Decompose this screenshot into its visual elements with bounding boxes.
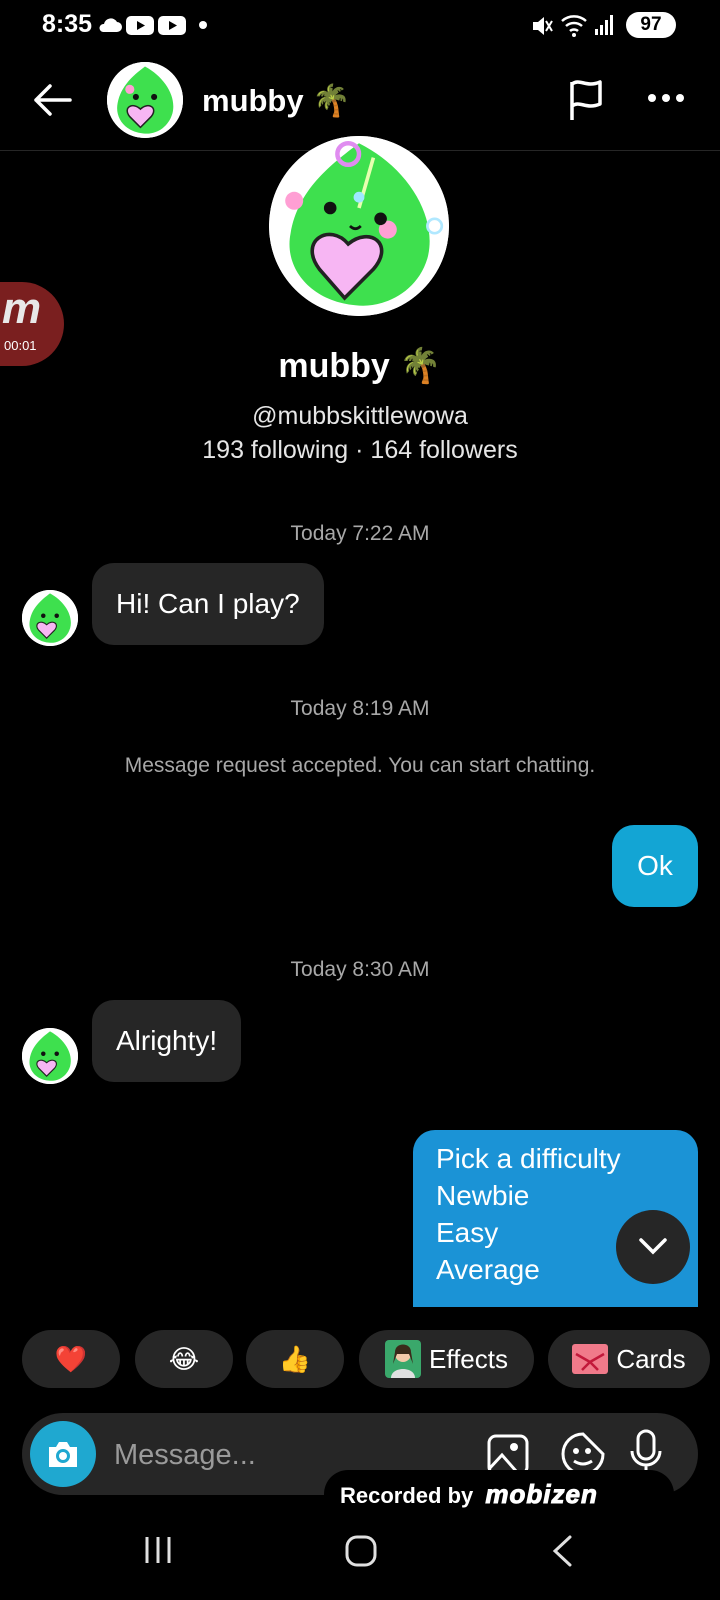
watermark-brand-logo: mobizen xyxy=(485,1479,598,1510)
system-message: Message request accepted. You can start … xyxy=(124,754,596,777)
profile-mascot-icon xyxy=(269,136,449,316)
sender-avatar[interactable] xyxy=(22,1028,78,1084)
signal-icon xyxy=(595,15,613,35)
mute-icon xyxy=(533,17,553,35)
flag-icon[interactable] xyxy=(566,78,606,122)
profile-stats: 193 following · 164 followers xyxy=(202,436,518,464)
cloud-icon xyxy=(99,18,122,32)
wifi-icon xyxy=(561,15,587,37)
back-arrow-icon[interactable] xyxy=(30,78,74,122)
recording-watermark: Recorded by mobizen xyxy=(324,1470,674,1518)
nav-back-icon[interactable] xyxy=(550,1534,574,1568)
profile-handle: @mubbskittlewowa xyxy=(252,402,468,430)
gift-card-icon xyxy=(572,1344,609,1374)
chevron-down-icon xyxy=(639,1238,667,1255)
recorder-timer: 00:01 xyxy=(4,338,37,353)
more-options-icon[interactable] xyxy=(646,88,686,108)
recorder-logo: m xyxy=(2,284,42,333)
recent-apps-icon[interactable] xyxy=(142,1534,174,1566)
cards-label: Cards xyxy=(616,1343,686,1374)
menu-line: Newbie xyxy=(436,1180,530,1211)
menu-line: Pick a difficulty xyxy=(436,1143,621,1174)
reaction-laugh-chip[interactable]: 😂 xyxy=(135,1330,233,1388)
home-icon[interactable] xyxy=(344,1534,378,1568)
header-avatar[interactable] xyxy=(107,62,183,138)
message-timestamp: Today 7:22 AM xyxy=(290,522,430,545)
avatar-mascot-icon xyxy=(22,590,78,646)
effects-chip[interactable]: Effects xyxy=(359,1330,534,1388)
palm-emoji: 🌴 xyxy=(399,347,442,385)
status-bar: 8:35 97 xyxy=(0,0,720,52)
status-time: 8:35 xyxy=(42,10,93,38)
palm-emoji: 🌴 xyxy=(312,83,351,118)
profile-name: mubby 🌴 xyxy=(278,347,442,385)
effects-portrait-icon xyxy=(384,1340,421,1378)
message-bubble-incoming[interactable]: Hi! Can I play? xyxy=(92,563,324,645)
cards-chip[interactable]: Cards xyxy=(548,1330,710,1388)
avatar-mascot-icon xyxy=(22,1028,78,1084)
sender-avatar[interactable] xyxy=(22,590,78,646)
profile-avatar[interactable] xyxy=(269,136,449,316)
battery-indicator: 97 xyxy=(626,12,676,38)
youtube-icon-2 xyxy=(158,16,186,35)
header-name[interactable]: mubby 🌴 xyxy=(202,82,351,119)
message-bubble-incoming[interactable]: Alrighty! xyxy=(92,1000,242,1082)
youtube-icon xyxy=(126,16,154,35)
notification-dot-icon xyxy=(199,21,207,29)
reaction-thumbsup-chip[interactable]: 👍 xyxy=(246,1330,344,1388)
scroll-to-bottom-button[interactable] xyxy=(616,1210,690,1284)
camera-button[interactable] xyxy=(30,1421,96,1487)
message-timestamp: Today 8:30 AM xyxy=(290,958,430,981)
reaction-heart-chip[interactable]: ❤️ xyxy=(22,1330,120,1388)
camera-icon xyxy=(49,1442,77,1467)
message-timestamp: Today 8:19 AM xyxy=(290,697,430,720)
watermark-prefix: Recorded by xyxy=(340,1483,474,1508)
effects-label: Effects xyxy=(428,1343,508,1374)
avatar-mascot-icon xyxy=(107,62,183,138)
system-nav-bar xyxy=(0,1520,720,1600)
message-bubble-outgoing[interactable]: Ok xyxy=(612,825,698,907)
